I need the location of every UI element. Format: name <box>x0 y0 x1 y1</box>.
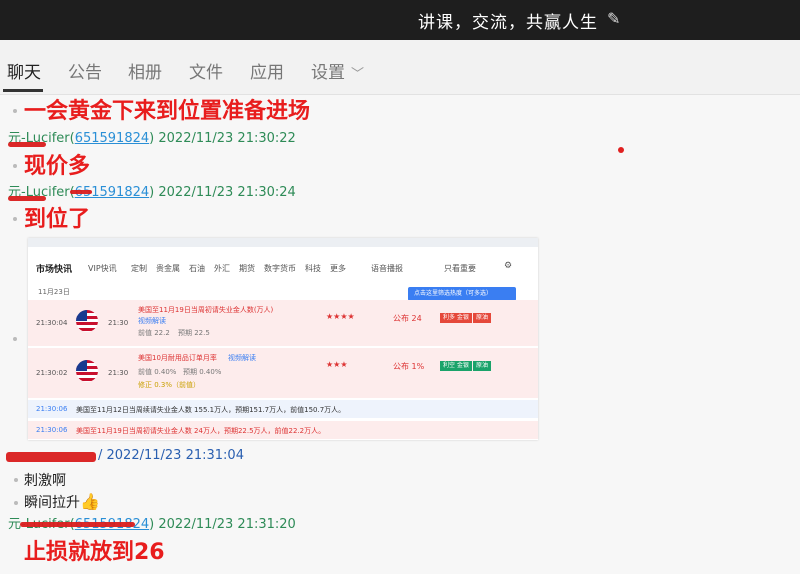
tab-settings[interactable]: 设置 ﹀ <box>311 58 364 83</box>
message-time: 2022/11/23 21:31:20 <box>158 517 296 532</box>
chevron-down-icon: ﹀ <box>351 67 365 82</box>
item-headline: 美国至11月19日当周初请失业金人数(万人) <box>138 306 274 314</box>
pencil-icon[interactable]: ✎ <box>607 9 620 28</box>
nav-item: 外汇 <box>214 264 230 273</box>
bullet <box>13 337 17 341</box>
item-headline: 美国10月耐用品订单月率 <box>138 354 217 362</box>
bullet <box>13 217 17 221</box>
news-item: 21:30:02 21:30 美国10月耐用品订单月率 视频解读 前值 0.40… <box>28 348 538 398</box>
message-text: 刺激啊 <box>24 473 66 489</box>
us-flag-icon <box>76 310 98 332</box>
message-time: 2022/11/23 21:30:22 <box>158 131 296 146</box>
message-text: 瞬间拉升 <box>24 495 80 511</box>
impact-tag: 原油 <box>473 361 492 371</box>
tab-announcements[interactable]: 公告 <box>68 58 102 83</box>
impact-tag: 利多 金银 <box>440 313 472 323</box>
thumbs-up-icon: 👍 <box>80 492 100 511</box>
bullet <box>14 478 18 482</box>
message-meta: 元-Lucifer(651591824) 2022/11/23 21:30:22 <box>8 131 296 146</box>
nav-item: VIP快讯 <box>88 264 117 273</box>
item-forecast: 预期 22.5 <box>178 329 210 337</box>
nav-item: 石油 <box>189 264 205 273</box>
sender-qq[interactable]: 651591824 <box>75 131 149 146</box>
item-clock: 21:30 <box>108 319 129 327</box>
item-text: 美国至11月19日当周初请失业金人数 24万人，预期22.5万人，前值22.2万… <box>76 427 326 435</box>
message-text: 一会黄金下来到位置准备进场 <box>24 99 311 124</box>
redaction-mark <box>70 190 92 194</box>
item-time: 21:30:06 <box>36 405 68 413</box>
tab-files[interactable]: 文件 <box>189 58 223 83</box>
item-time: 21:30:04 <box>36 319 68 327</box>
message-meta: / 2022/11/23 21:31:04 <box>98 448 244 463</box>
item-published: 公布 24 <box>393 314 422 323</box>
impact-tag: 利空 金银 <box>440 361 472 371</box>
importance-stars: ★★★ <box>326 360 348 369</box>
nav-item: 期货 <box>239 264 255 273</box>
tab-chat[interactable]: 聊天 <box>7 58 41 83</box>
news-item: 21:30:04 21:30 美国至11月19日当周初请失业金人数(万人) 视频… <box>28 300 538 346</box>
nav-item: 语音播报 <box>371 264 403 273</box>
notification-dot <box>618 147 624 153</box>
browser-tab-strip <box>28 238 538 247</box>
news-plain: 21:30:06 美国至11月12日当周续请失业金人数 155.1万人，预期15… <box>28 400 538 418</box>
item-forecast: 预期 0.40% <box>183 368 222 376</box>
bullet <box>14 501 18 505</box>
message-meta: 元-Lucifer(651591824) 2022/11/23 21:30:24 <box>8 185 296 200</box>
nav-item: 科技 <box>305 264 321 273</box>
message-text: 现价多 <box>24 154 91 179</box>
item-published: 公布 1% <box>393 362 425 371</box>
item-prev: 前值 22.2 <box>138 329 170 337</box>
impact-tag: 原油 <box>473 313 492 323</box>
message-time: 2022/11/23 21:31:04 <box>106 448 244 463</box>
tab-apps[interactable]: 应用 <box>250 58 284 83</box>
tab-settings-label: 设置 <box>311 63 345 83</box>
date-label: 11月23日 <box>38 288 70 296</box>
nav-item: 定制 <box>131 264 147 273</box>
news-plain: 21:30:06 美国至11月19日当周初请失业金人数 24万人，预期22.5万… <box>28 421 538 439</box>
nav-item: 贵金属 <box>156 264 180 273</box>
redaction-mark <box>20 522 135 527</box>
message-line: 瞬间拉升👍 <box>24 492 100 512</box>
image-attachment[interactable]: 市场快讯 VIP快讯 定制 贵金属 石油 外汇 期货 数字货币 科技 更多 语音… <box>28 238 538 440</box>
video-link: 视频解读 <box>138 317 166 325</box>
item-time: 21:30:06 <box>36 426 68 434</box>
redaction-mark <box>8 196 46 201</box>
item-text: 美国至11月12日当周续请失业金人数 155.1万人，预期151.7万人，前值1… <box>76 406 346 414</box>
importance-stars: ★★★★ <box>326 312 355 321</box>
bullet <box>13 164 17 168</box>
active-tab-indicator <box>3 89 43 92</box>
redaction-mark <box>8 142 46 147</box>
message-text: 到位了 <box>24 207 91 232</box>
tab-album[interactable]: 相册 <box>128 58 162 83</box>
us-flag-icon <box>76 360 98 382</box>
gear-icon: ⚙ <box>504 261 513 271</box>
redaction-mark <box>6 452 96 462</box>
item-time: 21:30:02 <box>36 369 68 377</box>
item-clock: 21:30 <box>108 369 129 377</box>
nav-item: 数字货币 <box>264 264 296 273</box>
title-bar: 讲课，交流，共赢人生 ✎ <box>0 0 800 40</box>
bullet <box>13 109 17 113</box>
message-text: 止损就放到26 <box>24 540 165 565</box>
nav-item: 更多 <box>330 264 346 273</box>
message-time: 2022/11/23 21:30:24 <box>158 185 296 200</box>
item-prev: 前值 0.40% <box>138 368 177 376</box>
video-link: 视频解读 <box>228 354 256 362</box>
item-revised: 修正 0.3%（前值） <box>138 381 201 389</box>
news-nav: 市场快讯 VIP快讯 定制 贵金属 石油 外汇 期货 数字货币 科技 更多 语音… <box>28 260 538 278</box>
group-title: 讲课，交流，共赢人生 <box>418 13 598 33</box>
nav-item: 市场快讯 <box>36 265 73 275</box>
nav-item: 只看重要 <box>444 264 476 273</box>
filter-tip: 点击这里筛选热度（可多选） <box>408 287 516 301</box>
tab-bar: 聊天 公告 相册 文件 应用 设置 ﹀ <box>0 40 800 95</box>
